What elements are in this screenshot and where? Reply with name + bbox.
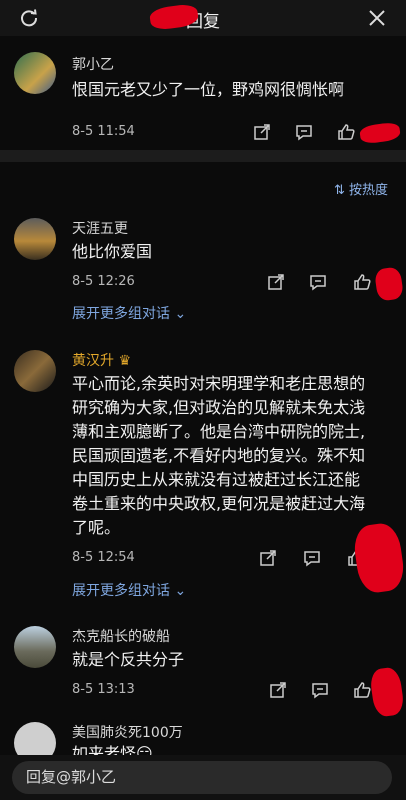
section-divider	[0, 150, 406, 162]
expand-conversation-link[interactable]: 展开更多组对话 ⌄	[72, 580, 186, 600]
reply-text: 就是个反共分子	[72, 650, 185, 669]
reply-username-text: 黄汉升	[72, 353, 114, 369]
avatar[interactable]	[14, 52, 56, 94]
reply-time: 8-5 12:26	[72, 274, 135, 289]
like-icon[interactable]	[352, 272, 372, 292]
close-icon[interactable]	[362, 4, 392, 32]
reply-text-line: 研究确为大家,但对政治的见解就未免太浅	[72, 398, 366, 417]
comment-text: 恨国元老又少了一位，野鸡网很惆怅啊	[72, 80, 345, 99]
like-icon[interactable]	[352, 680, 372, 700]
avatar[interactable]	[14, 350, 56, 392]
comment-icon[interactable]	[302, 548, 322, 568]
reply-text-line: 卷土重来的中央政权,更何况是被赶过大海	[72, 494, 366, 513]
reply-username[interactable]: 美国肺炎死100万	[72, 722, 183, 742]
sort-toggle[interactable]: ⇅ 按热度	[334, 179, 388, 198]
top-bar: 回复	[0, 0, 406, 36]
comment-icon[interactable]	[310, 680, 330, 700]
share-icon[interactable]	[252, 122, 272, 142]
reply-text: 平心而论,余英时对宋明理学和老庄思想的 研究确为大家,但对政治的见解就未免太浅 …	[72, 372, 365, 540]
reply-text: 他比你爱国	[72, 242, 153, 261]
redaction-mark	[358, 121, 402, 145]
like-icon[interactable]	[336, 122, 356, 142]
reply-input[interactable]: 回复@郭小乙	[12, 761, 392, 794]
expand-conversation-link[interactable]: 展开更多组对话 ⌄	[72, 303, 186, 323]
reply-text-line: 平心而论,余英时对宋明理学和老庄思想的	[72, 374, 366, 393]
reply-time: 8-5 13:13	[72, 682, 135, 697]
avatar[interactable]	[14, 626, 56, 668]
comment-username[interactable]: 郭小乙	[72, 54, 114, 74]
chevron-down-icon: ⌄	[174, 583, 187, 599]
reply-text-line: 薄和主观臆断了。他是台湾中研院的院士,	[72, 422, 366, 441]
reply-username[interactable]: 杰克船长的破船	[72, 626, 170, 646]
reply-time: 8-5 12:54	[72, 550, 135, 565]
reply-text-line: 民国顽固遗老,不看好内地的复兴。殊不知	[72, 446, 366, 465]
chevron-down-icon: ⌄	[174, 306, 187, 322]
reply-text-line: 中国历史上从来就没有过被赶过长江还能	[72, 470, 361, 489]
redaction-mark	[368, 666, 406, 718]
expand-label: 展开更多组对话	[72, 306, 170, 322]
comment-icon[interactable]	[294, 122, 314, 142]
share-icon[interactable]	[258, 548, 278, 568]
share-icon[interactable]	[268, 680, 288, 700]
reply-bar: 回复@郭小乙	[0, 755, 406, 800]
page-title: 回复	[186, 12, 220, 32]
reply-username[interactable]: 黄汉升 ♛	[72, 350, 131, 370]
comment-time: 8-5 11:54	[72, 124, 135, 139]
reply-text-line: 了呢。	[72, 518, 121, 537]
share-icon[interactable]	[266, 272, 286, 292]
redaction-mark	[351, 521, 406, 595]
reply-username[interactable]: 天涯五更	[72, 218, 128, 238]
avatar[interactable]	[14, 218, 56, 260]
redaction-mark	[373, 266, 405, 302]
sort-label: 按热度	[348, 183, 388, 198]
expand-label: 展开更多组对话	[72, 583, 170, 599]
crown-badge-icon: ♛	[118, 353, 132, 369]
comment-icon[interactable]	[308, 272, 328, 292]
